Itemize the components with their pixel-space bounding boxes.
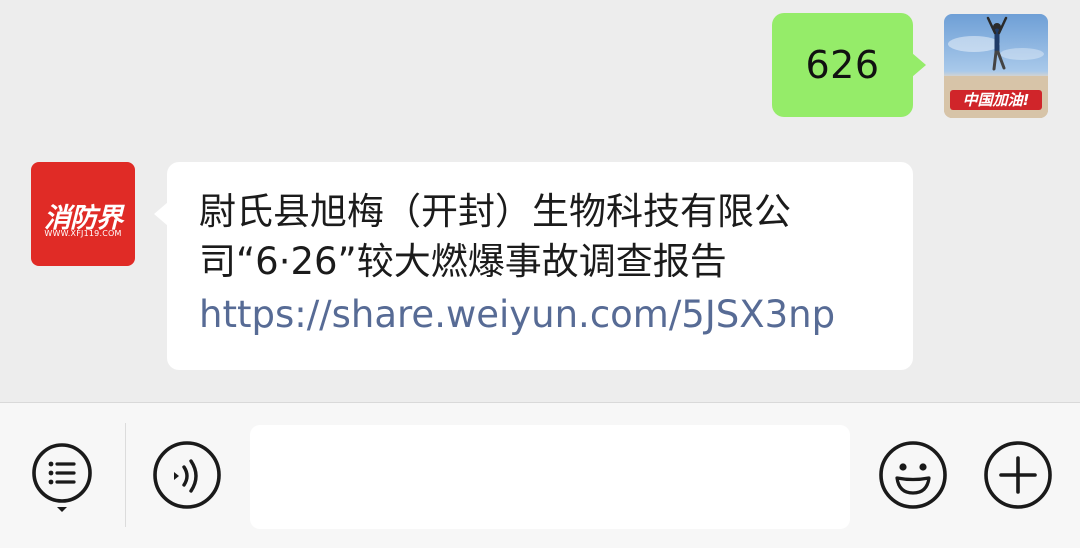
plus-button[interactable] <box>983 440 1053 510</box>
sender-avatar[interactable]: 消防界 WWW.XFJ119.COM <box>31 162 135 266</box>
sender-site-text: WWW.XFJ119.COM <box>44 229 122 238</box>
chat-area[interactable]: 626 中国加油! 消防界 WWW.XFJ119.COM 尉氏县旭梅（开封）生物… <box>0 0 1080 402</box>
voice-button[interactable] <box>152 440 222 510</box>
list-menu-icon <box>32 443 92 512</box>
self-avatar-caption: 中国加油! <box>950 90 1042 110</box>
message-input[interactable] <box>250 425 850 529</box>
incoming-message-text: 尉氏县旭梅（开封）生物科技有限公司“6·26”较大燃爆事故调查报告 <box>199 190 791 283</box>
plus-icon <box>984 441 1052 509</box>
incoming-message-bubble[interactable]: 尉氏县旭梅（开封）生物科技有限公司“6·26”较大燃爆事故调查报告 https:… <box>154 162 913 370</box>
emoji-button[interactable] <box>878 440 948 510</box>
self-avatar[interactable]: 中国加油! <box>944 14 1048 118</box>
list-menu-button[interactable] <box>27 440 97 512</box>
input-bar <box>0 402 1080 548</box>
outgoing-message-text: 626 <box>805 43 880 87</box>
outgoing-message-bubble[interactable]: 626 <box>772 13 926 117</box>
emoji-icon <box>879 441 947 509</box>
incoming-message-link[interactable]: https://share.weiyun.com/5JSX3np <box>199 287 893 343</box>
input-bar-divider <box>125 423 126 527</box>
voice-icon <box>153 441 221 509</box>
